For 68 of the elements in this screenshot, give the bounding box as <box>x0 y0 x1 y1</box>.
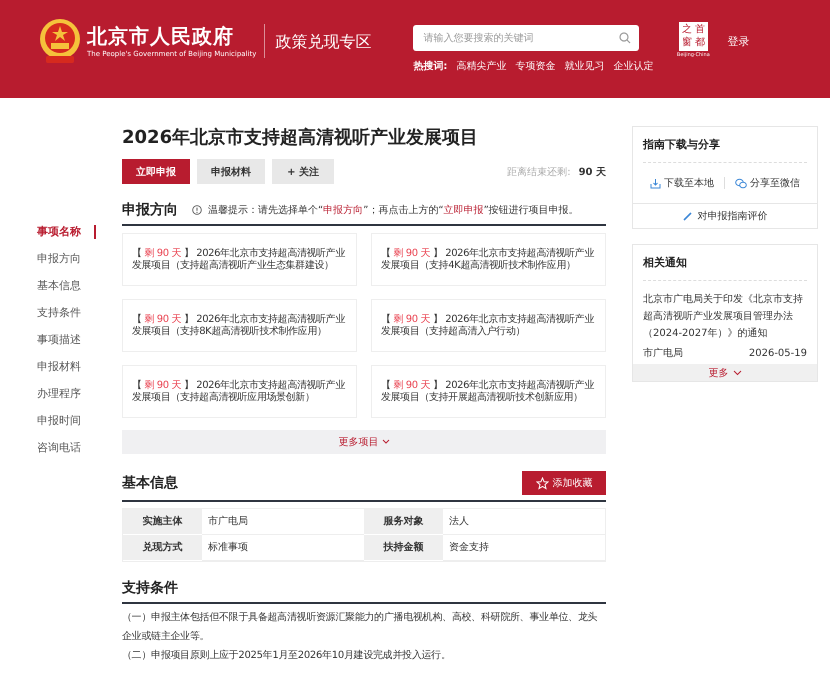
direction-card[interactable]: 【 剩 90 天 】 2026年北京市支持超高清视听产业发展项目（支持8K超高清视听技术制作应用） <box>122 299 357 352</box>
section-title: 申报方向 <box>122 201 178 219</box>
table-cell: 扶持金额 <box>364 535 443 561</box>
direction-card[interactable]: 【 剩 90 天 】 2026年北京市支持超高清视听产业发展项目（支持超高清视听应用场景创新） <box>122 365 357 418</box>
info-icon <box>192 205 202 215</box>
side-nav-item[interactable]: 办理程序 <box>37 387 96 414</box>
emblem-icon <box>38 18 82 64</box>
chevron-down-icon <box>382 439 390 445</box>
action-button[interactable]: 申报材料 <box>197 159 265 184</box>
chat-bubbles-icon <box>735 178 747 188</box>
side-nav-item[interactable]: 支持条件 <box>37 306 96 333</box>
side-nav-item[interactable]: 事项名称 <box>37 225 96 239</box>
share-link[interactable]: 分享至微信 <box>735 176 800 190</box>
star-icon <box>536 476 548 490</box>
section-title: 基本信息 <box>122 474 178 492</box>
side-nav-item[interactable]: 事项描述 <box>37 333 96 360</box>
side-nav-item[interactable]: 申报材料 <box>37 360 96 387</box>
zone-title: 政策兑现专区 <box>275 32 372 52</box>
direction-card[interactable]: 【 剩 90 天 】 2026年北京市支持超高清视听产业发展项目（支持4K超高清视听技术制作应用） <box>371 233 606 286</box>
login-link[interactable]: 登录 <box>727 34 750 49</box>
side-nav-item[interactable]: 申报方向 <box>37 252 96 279</box>
table-cell: 实施主体 <box>123 509 202 535</box>
site-title: 北京市人民政府 <box>87 23 235 49</box>
search-icon <box>619 32 632 44</box>
hot-word-link[interactable]: 高精尖产业 <box>456 59 506 73</box>
notice-date: 2026-05-19 <box>748 348 807 360</box>
panel-title: 指南下载与分享 <box>643 127 807 163</box>
hot-word-link[interactable]: 专项资金 <box>515 59 556 73</box>
side-nav-item[interactable]: 咨询电话 <box>37 441 96 468</box>
direction-text: 【 剩 90 天 】 2026年北京市支持超高清视听产业发展项目（支持超高清入户行动） <box>381 314 596 338</box>
direction-text: 【 剩 90 天 】 2026年北京市支持超高清视听产业发展项目（支持超高清视听应用场景创新） <box>132 380 346 404</box>
download-link[interactable]: 下载至本地 <box>650 176 714 190</box>
pencil-icon <box>682 211 692 221</box>
more-projects-button[interactable]: 更多项目 <box>122 430 606 454</box>
add-favorite-button[interactable]: 添加收藏 <box>522 471 606 495</box>
hot-word-link[interactable]: 企业认定 <box>613 59 654 73</box>
condition-paragraph: （二）申报项目原则上应于2025年1月至2026年10月建设完成并投入运行。 <box>122 648 452 663</box>
more-notices-button[interactable]: 更多 <box>633 364 817 381</box>
direction-text: 【 剩 90 天 】 2026年北京市支持超高清视听产业发展项目（支持超高清视听产业生态集群建设） <box>132 248 346 272</box>
table-cell: 法人 <box>443 509 605 535</box>
direction-card[interactable]: 【 剩 90 天 】 2026年北京市支持超高清视听产业发展项目（支持开展超高清视听技术创新应用） <box>371 365 606 418</box>
direction-text: 【 剩 90 天 】 2026年北京市支持超高清视听产业发展项目（支持8K超高清视听技术制作应用） <box>132 314 346 338</box>
notice-link[interactable]: 北京市广电局关于印发《北京市支持超高清视听产业发展项目管理办法（2024-2027年）》的通知 <box>643 291 807 342</box>
side-nav-item[interactable]: 基本信息 <box>37 279 96 306</box>
section-title: 支持条件 <box>122 579 178 597</box>
search-field[interactable]: 请输入您要搜索的关键词 <box>413 25 640 51</box>
download-icon <box>650 178 661 188</box>
countdown-value: 90 天 <box>578 166 606 178</box>
direction-text: 【 剩 90 天 】 2026年北京市支持超高清视听产业发展项目（支持4K超高清视听技术制作应用） <box>381 248 596 272</box>
countdown-label: 距离结束还剩: <box>507 166 571 178</box>
direction-card[interactable]: 【 剩 90 天 】 2026年北京市支持超高清视听产业发展项目（支持超高清入户行动） <box>371 299 606 352</box>
table-cell: 资金支持 <box>443 535 605 561</box>
table-cell: 服务对象 <box>364 509 443 535</box>
condition-paragraph: （一）申报主体包括但不限于具备超高清视听资源汇聚能力的广播电视机构、高校、科研院所、事业单位、龙头企业或链主企业等。 <box>122 610 598 644</box>
direction-card[interactable]: 【 剩 90 天 】 2026年北京市支持超高清视听产业发展项目（支持超高清视听产业生态集群建设） <box>122 233 357 286</box>
panel-title: 相关通知 <box>643 245 807 281</box>
project-title: 2026年北京市支持超高清视听产业发展项目 <box>122 126 480 150</box>
direction-text: 【 剩 90 天 】 2026年北京市支持超高清视听产业发展项目（支持开展超高清视听技术创新应用） <box>381 380 596 404</box>
chevron-down-icon <box>732 370 742 376</box>
action-button[interactable]: 立即申报 <box>122 159 190 184</box>
action-button[interactable]: + 关注 <box>272 159 334 184</box>
notice-source: 市广电局 <box>643 348 683 360</box>
tip-text: 温馨提示：请先选择单个“申报方向”；再点击上方的“立即申报”按钮进行项目申报。 <box>208 204 579 217</box>
hot-words-label: 热搜词: <box>413 60 448 73</box>
side-nav-item[interactable]: 申报时间 <box>37 414 96 441</box>
evaluate-link[interactable]: 对申报指南评价 <box>632 204 818 229</box>
table-cell: 兑现方式 <box>123 535 202 561</box>
hot-word-link[interactable]: 就业见习 <box>564 59 604 73</box>
